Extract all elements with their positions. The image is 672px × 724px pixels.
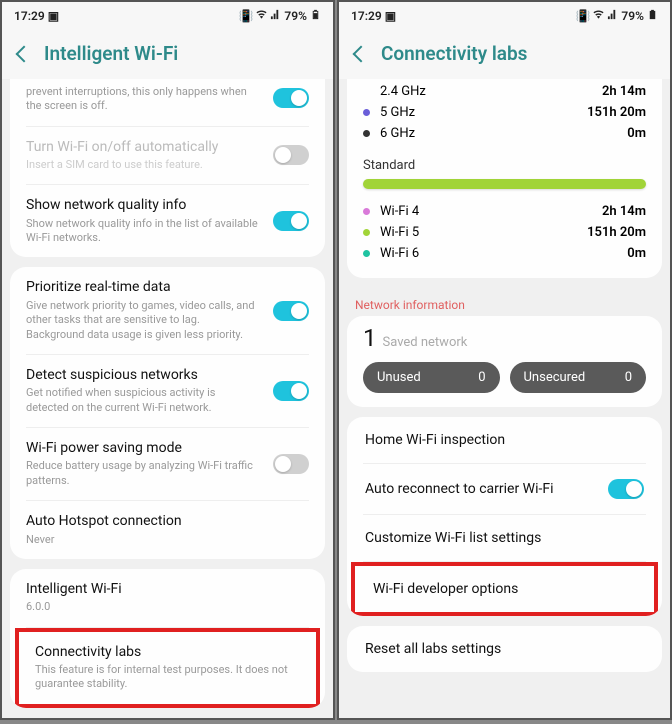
card-items: Home Wi-Fi inspection Auto reconnect to … <box>347 417 662 616</box>
usage-bar <box>363 179 646 189</box>
network-info-label: Network information <box>339 288 670 316</box>
dot-icon <box>363 130 370 137</box>
priority-title: Prioritize real-time data <box>26 279 261 297</box>
row-intelligent[interactable]: Intelligent Wi-Fi 6.0.0 <box>10 569 325 627</box>
saved-label: Saved network <box>383 335 468 350</box>
page-title-r: Connectivity labs <box>381 42 527 65</box>
highlight-connectivity-labs: Connectivity labs This feature is for in… <box>15 628 320 708</box>
card-3: Intelligent Wi-Fi 6.0.0 Connectivity lab… <box>10 569 325 708</box>
header: Intelligent Wi-Fi <box>2 30 333 79</box>
wifi-icon-r <box>593 9 604 23</box>
status-time: 17:29 <box>14 9 45 23</box>
page-title: Intelligent Wi-Fi <box>44 42 178 65</box>
freq-row-6: 6 GHz 0m <box>363 123 646 144</box>
saved-count: 1 <box>363 324 377 352</box>
row-partial[interactable]: prevent interruptions, this only happens… <box>10 79 325 126</box>
item-home-inspection[interactable]: Home Wi-Fi inspection <box>347 417 662 463</box>
back-icon[interactable] <box>16 45 33 62</box>
phone-left: 17:29 ▣ 📳 79% Intelligent Wi-Fi prevent … <box>0 0 335 720</box>
card-reset: Reset all labs settings <box>347 626 662 672</box>
signal-icon-r <box>607 9 618 23</box>
wifi-list: Wi-Fi 4 2h 14m Wi-Fi 5 151h 20m Wi-Fi 6 … <box>347 201 662 278</box>
toggle-suspicious[interactable] <box>273 381 309 401</box>
pill-unused[interactable]: Unused 0 <box>363 362 500 393</box>
status-time-r: 17:29 <box>351 9 382 23</box>
row-hotspot[interactable]: Auto Hotspot connection Never <box>10 501 325 559</box>
suspicious-subtitle: Get notified when suspicious activity is… <box>26 386 261 415</box>
item-dev-options[interactable]: Wi-Fi developer options <box>355 566 654 612</box>
battery-text-r: 79% <box>621 9 644 23</box>
wifi-row-6: Wi-Fi 6 0m <box>363 243 646 264</box>
highlight-dev-options: Wi-Fi developer options <box>351 562 658 616</box>
battery-icon-r <box>647 9 658 23</box>
pill-unsecured[interactable]: Unsecured 0 <box>510 362 647 393</box>
card-1: prevent interruptions, this only happens… <box>10 79 325 257</box>
row-connectivity-labs[interactable]: Connectivity labs This feature is for in… <box>19 632 316 704</box>
freq-row-5: 5 GHz 151h 20m <box>363 102 646 123</box>
dot-icon <box>363 250 370 257</box>
phone-right: 17:29 ▣ 📳 79% Connectivity labs 2.4 GHz <box>337 0 672 720</box>
image-icon-r: ▣ <box>385 9 396 23</box>
quality-title: Show network quality info <box>26 197 261 215</box>
battery-text: 79% <box>284 9 307 23</box>
back-icon-r[interactable] <box>353 45 370 62</box>
labs-title: Connectivity labs <box>35 644 300 662</box>
row-quality[interactable]: Show network quality info Show network q… <box>10 185 325 257</box>
wifi-row-5: Wi-Fi 5 151h 20m <box>363 222 646 243</box>
intelligent-subtitle: 6.0.0 <box>26 600 309 614</box>
toggle-power[interactable] <box>273 454 309 474</box>
toggle-auto-wifi <box>273 145 309 165</box>
freq-row-24: 2.4 GHz 2h 14m <box>363 81 646 102</box>
wifi-row-4: Wi-Fi 4 2h 14m <box>363 201 646 222</box>
priority-subtitle: Give network priority to games, video ca… <box>26 299 261 342</box>
item-reset[interactable]: Reset all labs settings <box>347 626 662 672</box>
wifi-icon <box>256 9 267 23</box>
freq-list: 2.4 GHz 2h 14m 5 GHz 151h 20m 6 GHz 0m <box>347 79 662 158</box>
quality-subtitle: Show network quality info in the list of… <box>26 217 261 246</box>
dot-icon <box>363 88 370 95</box>
partial-text: prevent interruptions, this only happens… <box>26 85 261 114</box>
row-power[interactable]: Wi-Fi power saving mode Reduce battery u… <box>10 428 325 500</box>
dot-icon <box>363 229 370 236</box>
toggle-auto-reconnect[interactable] <box>608 479 644 499</box>
power-subtitle: Reduce battery usage by analyzing Wi-Fi … <box>26 459 261 488</box>
row-priority[interactable]: Prioritize real-time data Give network p… <box>10 267 325 353</box>
dot-icon <box>363 208 370 215</box>
item-customize[interactable]: Customize Wi-Fi list settings <box>347 515 662 561</box>
vibrate-icon: 📳 <box>238 9 253 23</box>
toggle-quality[interactable] <box>273 211 309 231</box>
item-auto-reconnect[interactable]: Auto reconnect to carrier Wi-Fi <box>347 464 662 514</box>
standard-label: Standard <box>347 158 662 179</box>
auto-wifi-title: Turn Wi-Fi on/off automatically <box>26 139 261 157</box>
card-network: 1 Saved network Unused 0 Unsecured 0 <box>347 316 662 407</box>
card-2: Prioritize real-time data Give network p… <box>10 267 325 558</box>
row-suspicious[interactable]: Detect suspicious networks Get notified … <box>10 355 325 427</box>
vibrate-icon-r: 📳 <box>575 9 590 23</box>
status-bar-r: 17:29 ▣ 📳 79% <box>339 2 670 30</box>
auto-wifi-subtitle: Insert a SIM card to use this feature. <box>26 158 261 172</box>
hotspot-title: Auto Hotspot connection <box>26 513 309 531</box>
signal-icon <box>270 9 281 23</box>
card-freq: 2.4 GHz 2h 14m 5 GHz 151h 20m 6 GHz 0m S… <box>347 79 662 278</box>
dot-icon <box>363 109 370 116</box>
status-bar: 17:29 ▣ 📳 79% <box>2 2 333 30</box>
toggle-partial[interactable] <box>273 88 309 108</box>
battery-icon <box>310 9 321 23</box>
hotspot-subtitle: Never <box>26 533 309 547</box>
saved-network-header[interactable]: 1 Saved network <box>347 316 662 362</box>
header-r: Connectivity labs <box>339 30 670 79</box>
labs-subtitle: This feature is for internal test purpos… <box>35 663 300 692</box>
toggle-priority[interactable] <box>273 301 309 321</box>
intelligent-title: Intelligent Wi-Fi <box>26 581 309 599</box>
row-auto-wifi: Turn Wi-Fi on/off automatically Insert a… <box>10 127 325 185</box>
suspicious-title: Detect suspicious networks <box>26 367 261 385</box>
power-title: Wi-Fi power saving mode <box>26 440 261 458</box>
image-icon: ▣ <box>48 9 59 23</box>
